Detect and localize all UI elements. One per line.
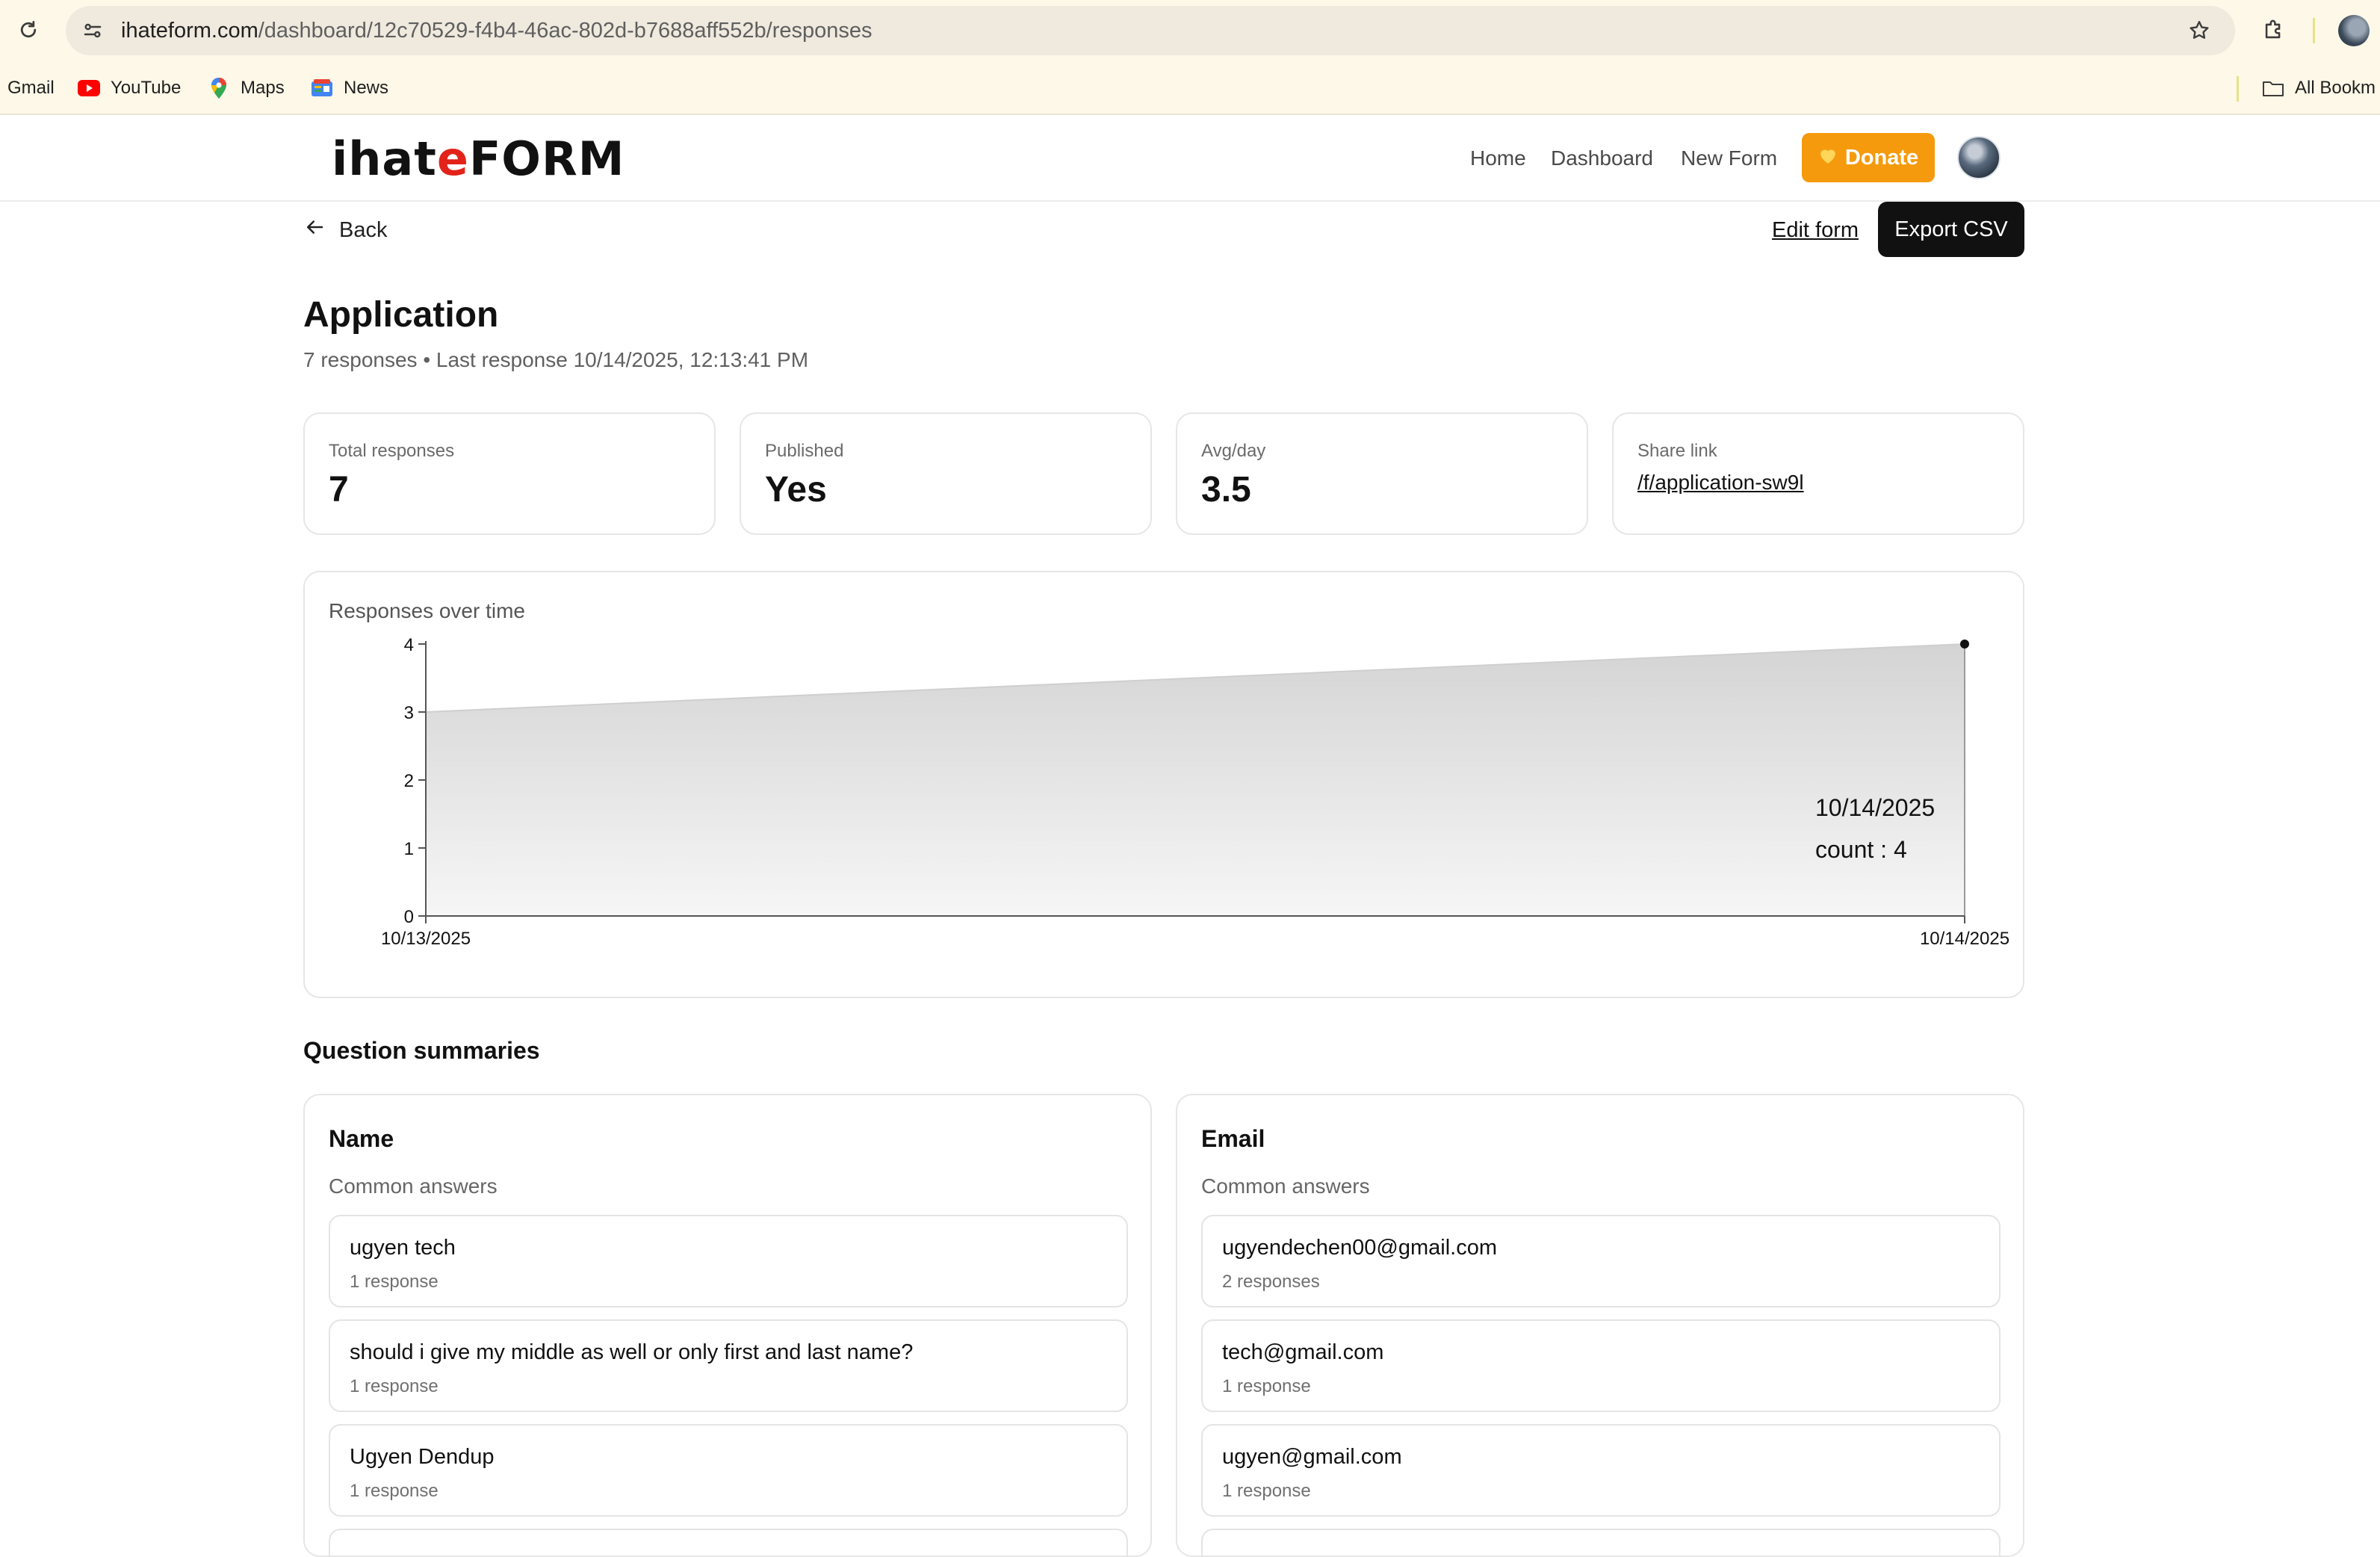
maps-pin-icon xyxy=(208,77,230,99)
bookmark-label: News xyxy=(344,78,389,98)
back-label: Back xyxy=(339,217,388,242)
stat-label: Total responses xyxy=(329,441,455,461)
logo-text-post: FORM xyxy=(468,131,625,186)
answer-count: 1 response xyxy=(350,1376,438,1396)
answer-item: ugyendechen00@gmail.com 2 responses xyxy=(1201,1215,2001,1307)
bookmark-label: YouTube xyxy=(111,78,182,98)
question-summaries-title: Question summaries xyxy=(303,1037,540,1064)
logo-text-accent: e xyxy=(436,131,469,186)
folder-icon xyxy=(2262,77,2284,99)
responses-chart-card: Responses over time 0 1 2 3 4 10/13/2025 10/14… xyxy=(303,571,2024,998)
page-title: Application xyxy=(303,295,499,335)
all-bookmarks-label: All Bookm xyxy=(2295,78,2376,98)
edit-form-link[interactable]: Edit form xyxy=(1772,212,1859,248)
bookmark-label: Gmail xyxy=(7,78,55,98)
address-bar[interactable]: ihateform.com/dashboard/12c70529-f4b4-46… xyxy=(66,6,2235,55)
donate-button[interactable]: Donate xyxy=(1802,133,1935,182)
area-fill xyxy=(426,644,1965,916)
answer-text: should i give my middle as well or only … xyxy=(350,1340,914,1364)
bookmarks-divider xyxy=(2237,76,2239,102)
answer-count: 1 response xyxy=(1222,1376,1311,1396)
responses-chart: 0 1 2 3 4 10/13/2025 10/14/2025 10/14/2025 count… xyxy=(381,635,2009,949)
export-csv-button[interactable]: Export CSV xyxy=(1878,202,2024,257)
answer-item: ugyen tech 1 response xyxy=(329,1215,1128,1307)
bookmark-youtube[interactable]: YouTube xyxy=(78,61,181,115)
stat-value: 3.5 xyxy=(1201,470,1251,510)
answer-item: Ugyen Dendup 1 response xyxy=(329,1424,1128,1517)
stat-label: Share link xyxy=(1637,441,1717,461)
y-tick-label: 0 xyxy=(404,907,414,927)
site-logo[interactable]: ihat e FORM xyxy=(332,130,625,187)
x-tick-label: 10/13/2025 xyxy=(381,929,471,949)
answer-item: tech@gmail.com 1 response xyxy=(1201,1319,2001,1412)
answer-item: should i give my middle as well or only … xyxy=(329,1319,1128,1412)
answer-text: tech@gmail.com xyxy=(1222,1340,1384,1364)
nav-new-form[interactable]: New Form xyxy=(1681,115,1777,202)
news-icon xyxy=(311,77,333,99)
bookmark-star-icon[interactable] xyxy=(2184,16,2214,46)
answer-count: 1 response xyxy=(350,1481,438,1501)
profile-avatar[interactable] xyxy=(2338,15,2370,46)
y-tick-label: 4 xyxy=(404,635,414,655)
browser-toolbar: ihateform.com/dashboard/12c70529-f4b4-46… xyxy=(0,0,2380,61)
data-point xyxy=(1960,640,1969,649)
stat-card-share-link: Share link /f/application-sw9l xyxy=(1612,412,2024,535)
question-card-name: Name Common answers ugyen tech 1 respons… xyxy=(303,1094,1152,1557)
stat-label: Published xyxy=(765,441,844,461)
toolbar-divider xyxy=(2313,18,2315,43)
app-header: ihat e FORM Home Dashboard New Form Donate xyxy=(0,115,2380,202)
stat-card-avg-day: Avg/day 3.5 xyxy=(1176,412,1588,535)
share-link[interactable]: /f/application-sw9l xyxy=(1637,471,1804,495)
nav-dashboard[interactable]: Dashboard xyxy=(1551,115,1653,202)
answer-count: 1 response xyxy=(350,1272,438,1292)
stat-value: Yes xyxy=(765,470,827,510)
answer-text: ugyen@gmail.com xyxy=(1222,1445,1402,1469)
stat-card-published: Published Yes xyxy=(740,412,1152,535)
answer-text: ugyen tech xyxy=(350,1236,456,1260)
url-host: ihateform.com xyxy=(121,19,258,43)
url-path: /dashboard/12c70529-f4b4-46ac-802d-b7688… xyxy=(258,19,873,43)
stat-label: Avg/day xyxy=(1201,441,1266,461)
all-bookmarks[interactable]: All Bookm xyxy=(2262,61,2376,115)
tooltip-value: count : 4 xyxy=(1815,836,1907,863)
answer-count: 2 responses xyxy=(1222,1272,1320,1292)
question-title: Name xyxy=(329,1125,394,1152)
stat-value: 7 xyxy=(329,470,349,510)
extensions-icon[interactable] xyxy=(2257,13,2290,46)
y-tick-label: 3 xyxy=(404,703,414,723)
nav-home[interactable]: Home xyxy=(1470,115,1526,202)
question-title: Email xyxy=(1201,1125,1265,1152)
y-tick-label: 1 xyxy=(404,839,414,859)
y-tick-label: 2 xyxy=(404,771,414,791)
tooltip-date: 10/14/2025 xyxy=(1815,794,1935,821)
question-card-email: Email Common answers ugyendechen00@gmail… xyxy=(1176,1094,2024,1557)
reload-icon[interactable] xyxy=(13,15,43,45)
page-subtitle: 7 responses • Last response 10/14/2025, … xyxy=(303,348,809,371)
bookmark-maps[interactable]: Maps xyxy=(208,61,285,115)
bookmarks-bar: Gmail YouTube Maps News All Bookm xyxy=(0,61,2380,115)
answer-text: ugyendechen00@gmail.com xyxy=(1222,1236,1497,1260)
logo-text-pre: ihat xyxy=(332,131,437,186)
bookmark-label: Maps xyxy=(241,78,285,98)
stat-card-total: Total responses 7 xyxy=(303,412,716,535)
back-button[interactable]: Back xyxy=(303,212,387,248)
heart-icon xyxy=(1818,146,1838,170)
url-text[interactable]: ihateform.com/dashboard/12c70529-f4b4-46… xyxy=(121,6,873,55)
question-subtitle: Common answers xyxy=(1201,1174,1370,1198)
youtube-icon xyxy=(78,77,100,99)
question-subtitle: Common answers xyxy=(329,1174,498,1198)
answer-item: ugyen@gmail.com 1 response xyxy=(1201,1424,2001,1517)
donate-label: Donate xyxy=(1844,145,1919,170)
bookmark-news[interactable]: News xyxy=(311,61,388,115)
answer-text: Ugyen Dendup xyxy=(350,1445,495,1469)
user-avatar[interactable] xyxy=(1957,136,2001,179)
answer-count: 1 response xyxy=(1222,1481,1311,1501)
bookmark-gmail[interactable]: Gmail xyxy=(7,61,55,115)
arrow-left-icon xyxy=(303,216,326,244)
site-info-icon[interactable] xyxy=(78,16,108,46)
x-tick-label: 10/14/2025 xyxy=(1920,929,2009,949)
